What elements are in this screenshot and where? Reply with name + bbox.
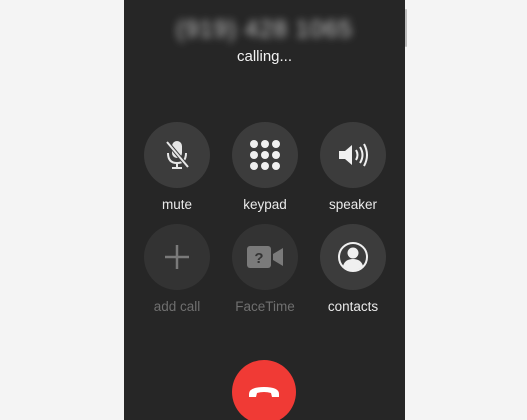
- facetime-button[interactable]: ? FaceTime: [230, 224, 300, 314]
- keypad-icon: [250, 140, 280, 170]
- speaker-circle[interactable]: [320, 122, 386, 188]
- mute-button[interactable]: mute: [142, 122, 212, 212]
- facetime-video-icon: ?: [247, 246, 283, 268]
- add-call-circle[interactable]: [144, 224, 210, 290]
- phone-hangup-icon: [249, 387, 279, 397]
- add-call-label: add call: [153, 299, 201, 314]
- add-call-button[interactable]: add call: [142, 224, 212, 314]
- keypad-circle[interactable]: [232, 122, 298, 188]
- contacts-button[interactable]: contacts: [318, 224, 388, 314]
- facetime-circle[interactable]: ?: [232, 224, 298, 290]
- plus-icon: [165, 245, 189, 269]
- keypad-label: keypad: [243, 197, 287, 212]
- mute-label: mute: [161, 197, 192, 212]
- page: (919) 428 1065 calling... mute keypad sp…: [0, 0, 527, 420]
- contacts-label: contacts: [327, 299, 379, 314]
- mute-circle[interactable]: [144, 122, 210, 188]
- microphone-muted-icon: [165, 140, 190, 169]
- facetime-label: FaceTime: [235, 299, 295, 314]
- svg-text:?: ?: [254, 250, 263, 267]
- speaker-icon: [339, 143, 368, 167]
- contacts-person-icon: [338, 242, 368, 272]
- end-call-button[interactable]: [232, 360, 296, 420]
- keypad-button[interactable]: keypad: [230, 122, 300, 212]
- call-screen: (919) 428 1065 calling... mute keypad sp…: [124, 0, 405, 420]
- contacts-circle[interactable]: [320, 224, 386, 290]
- call-status: calling...: [236, 48, 293, 65]
- speaker-label: speaker: [328, 197, 378, 212]
- caller-number: (919) 428 1065: [176, 16, 353, 43]
- speaker-button[interactable]: speaker: [318, 122, 388, 212]
- scrollbar[interactable]: [405, 9, 407, 47]
